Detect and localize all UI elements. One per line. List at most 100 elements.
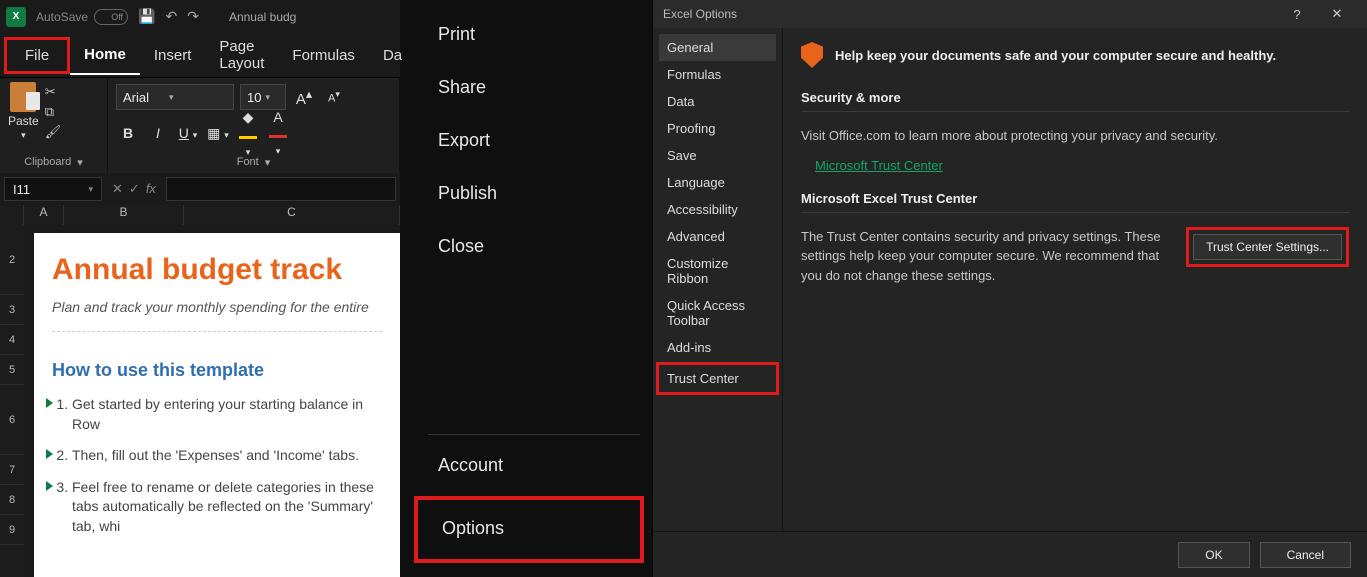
col-header[interactable]: A xyxy=(24,205,64,225)
increase-font-icon[interactable]: A▴ xyxy=(292,86,316,108)
font-color-button[interactable]: A ▾ xyxy=(266,109,290,157)
select-all-corner[interactable] xyxy=(0,205,24,225)
nav-trust-center[interactable]: Trust Center xyxy=(656,362,779,395)
backstage-publish[interactable]: Publish xyxy=(428,167,640,220)
save-icon[interactable]: 💾 xyxy=(138,8,155,25)
name-box[interactable]: I11▾ xyxy=(4,177,102,201)
borders-button[interactable]: ▦ ▾ xyxy=(206,125,230,142)
cut-icon[interactable]: ✂ xyxy=(45,84,62,100)
nav-formulas[interactable]: Formulas xyxy=(659,61,776,88)
autosave-label: AutoSave xyxy=(36,10,88,24)
nav-proofing[interactable]: Proofing xyxy=(659,115,776,142)
nav-language[interactable]: Language xyxy=(659,169,776,196)
paste-button[interactable]: Paste ▾ xyxy=(8,82,39,141)
backstage-account[interactable]: Account xyxy=(428,439,640,492)
nav-general[interactable]: General xyxy=(659,34,776,61)
col-header[interactable]: B xyxy=(64,205,184,225)
decrease-font-icon[interactable]: A▾ xyxy=(322,89,346,105)
row-header[interactable]: 2 xyxy=(0,225,24,295)
nav-accessibility[interactable]: Accessibility xyxy=(659,196,776,223)
nav-advanced[interactable]: Advanced xyxy=(659,223,776,250)
step-item: Then, fill out the 'Expenses' and 'Incom… xyxy=(72,446,382,466)
trust-center-settings-button[interactable]: Trust Center Settings... xyxy=(1193,234,1342,260)
row-header[interactable]: 6 xyxy=(0,385,24,455)
enter-formula-icon[interactable]: ✓ xyxy=(129,181,140,197)
font-size-combo[interactable]: 10▾ xyxy=(240,84,286,110)
backstage-print[interactable]: Print xyxy=(428,8,640,61)
fx-icon[interactable]: fx xyxy=(146,181,156,197)
title-bar: X AutoSave Off 💾 ↶ ↷ Annual budg xyxy=(0,0,400,33)
formula-bar[interactable] xyxy=(166,177,396,201)
backstage-export[interactable]: Export xyxy=(428,114,640,167)
tab-home[interactable]: Home xyxy=(70,36,140,75)
backstage-menu: Print Share Export Publish Close Account… xyxy=(400,0,652,577)
trust-center-settings-highlight: Trust Center Settings... xyxy=(1186,227,1349,267)
nav-data[interactable]: Data xyxy=(659,88,776,115)
dialog-titlebar: Excel Options ? ✕ xyxy=(653,0,1367,28)
ms-trust-center-link[interactable]: Microsoft Trust Center xyxy=(815,158,943,173)
nav-quick-access[interactable]: Quick Access Toolbar xyxy=(659,292,776,334)
redo-icon[interactable]: ↷ xyxy=(187,8,199,25)
ribbon: Paste ▾ ✂ ⧉ 🖌 Clipboard ▾ Arial▾ 10▾ xyxy=(0,77,400,173)
row-header[interactable]: 7 xyxy=(0,455,24,485)
tab-insert[interactable]: Insert xyxy=(140,37,206,74)
group-label: Clipboard xyxy=(24,156,71,169)
autosave-toggle[interactable]: AutoSave Off xyxy=(36,9,128,25)
row-header[interactable]: 9 xyxy=(0,515,24,545)
options-content: Help keep your documents safe and your c… xyxy=(783,28,1367,531)
section-heading: Security & more xyxy=(801,90,1349,105)
nav-addins[interactable]: Add-ins xyxy=(659,334,776,361)
chevron-down-icon: ▾ xyxy=(169,92,174,103)
options-nav: General Formulas Data Proofing Save Lang… xyxy=(653,28,783,531)
section-text: The Trust Center contains security and p… xyxy=(801,227,1166,286)
nav-save[interactable]: Save xyxy=(659,142,776,169)
cancel-formula-icon[interactable]: ✕ xyxy=(112,181,123,197)
underline-button[interactable]: U ▾ xyxy=(176,125,200,141)
ok-button[interactable]: OK xyxy=(1178,542,1249,568)
group-font: Arial▾ 10▾ A▴ A▾ B I U ▾ ▦ ▾ ◆ ▾ A ▾ xyxy=(108,78,400,173)
undo-icon[interactable]: ↶ xyxy=(165,8,177,25)
bold-button[interactable]: B xyxy=(116,125,140,141)
backstage-close[interactable]: Close xyxy=(428,220,640,273)
row-header[interactable]: 3 xyxy=(0,295,24,325)
step-item: Feel free to rename or delete categories… xyxy=(72,478,382,537)
chevron-down-icon: ▾ xyxy=(21,130,26,141)
ribbon-tabs: File Home Insert Page Layout Formulas Da xyxy=(0,33,400,77)
font-name-combo[interactable]: Arial▾ xyxy=(116,84,234,110)
section-text: Visit Office.com to learn more about pro… xyxy=(801,126,1349,146)
fill-color-button[interactable]: ◆ ▾ xyxy=(236,109,260,158)
doc-subtitle: Plan and track your monthly spending for… xyxy=(52,299,382,315)
italic-button[interactable]: I xyxy=(146,125,170,141)
dialog-title: Excel Options xyxy=(663,7,737,21)
excel-window: X AutoSave Off 💾 ↶ ↷ Annual budg File Ho… xyxy=(0,0,400,577)
format-painter-icon[interactable]: 🖌 xyxy=(45,124,62,140)
autosave-switch[interactable]: Off xyxy=(94,9,128,25)
sheet-content: Annual budget track Plan and track your … xyxy=(34,233,400,577)
help-icon[interactable]: ? xyxy=(1277,7,1317,22)
tab-formulas[interactable]: Formulas xyxy=(278,37,369,74)
col-header[interactable]: C xyxy=(184,205,400,225)
formula-bar-row: I11▾ ✕ ✓ fx xyxy=(0,173,400,205)
document-name: Annual budg xyxy=(229,10,296,24)
step-item: Get started by entering your starting ba… xyxy=(72,395,382,434)
row-header[interactable]: 4 xyxy=(0,325,24,355)
tab-data[interactable]: Da xyxy=(369,37,416,74)
close-icon[interactable]: ✕ xyxy=(1317,6,1357,22)
backstage-share[interactable]: Share xyxy=(428,61,640,114)
tab-file[interactable]: File xyxy=(4,37,70,74)
row-header[interactable]: 5 xyxy=(0,355,24,385)
group-clipboard: Paste ▾ ✂ ⧉ 🖌 Clipboard ▾ xyxy=(0,78,108,173)
row-header[interactable]: 8 xyxy=(0,485,24,515)
cancel-button[interactable]: Cancel xyxy=(1260,542,1351,568)
excel-options-dialog: Excel Options ? ✕ General Formulas Data … xyxy=(652,0,1367,577)
dialog-launcher-icon[interactable]: ▾ xyxy=(265,156,271,169)
howto-heading: How to use this template xyxy=(52,360,382,381)
copy-icon[interactable]: ⧉ xyxy=(45,104,62,120)
shield-icon xyxy=(801,42,823,68)
backstage-options[interactable]: Options xyxy=(414,496,644,563)
worksheet[interactable]: 2 3 4 5 6 7 8 9 Annual budget track Plan… xyxy=(0,225,400,577)
tab-page-layout[interactable]: Page Layout xyxy=(205,28,278,82)
nav-customize-ribbon[interactable]: Customize Ribbon xyxy=(659,250,776,292)
dialog-launcher-icon[interactable]: ▾ xyxy=(77,156,83,169)
doc-title: Annual budget track xyxy=(52,253,382,287)
